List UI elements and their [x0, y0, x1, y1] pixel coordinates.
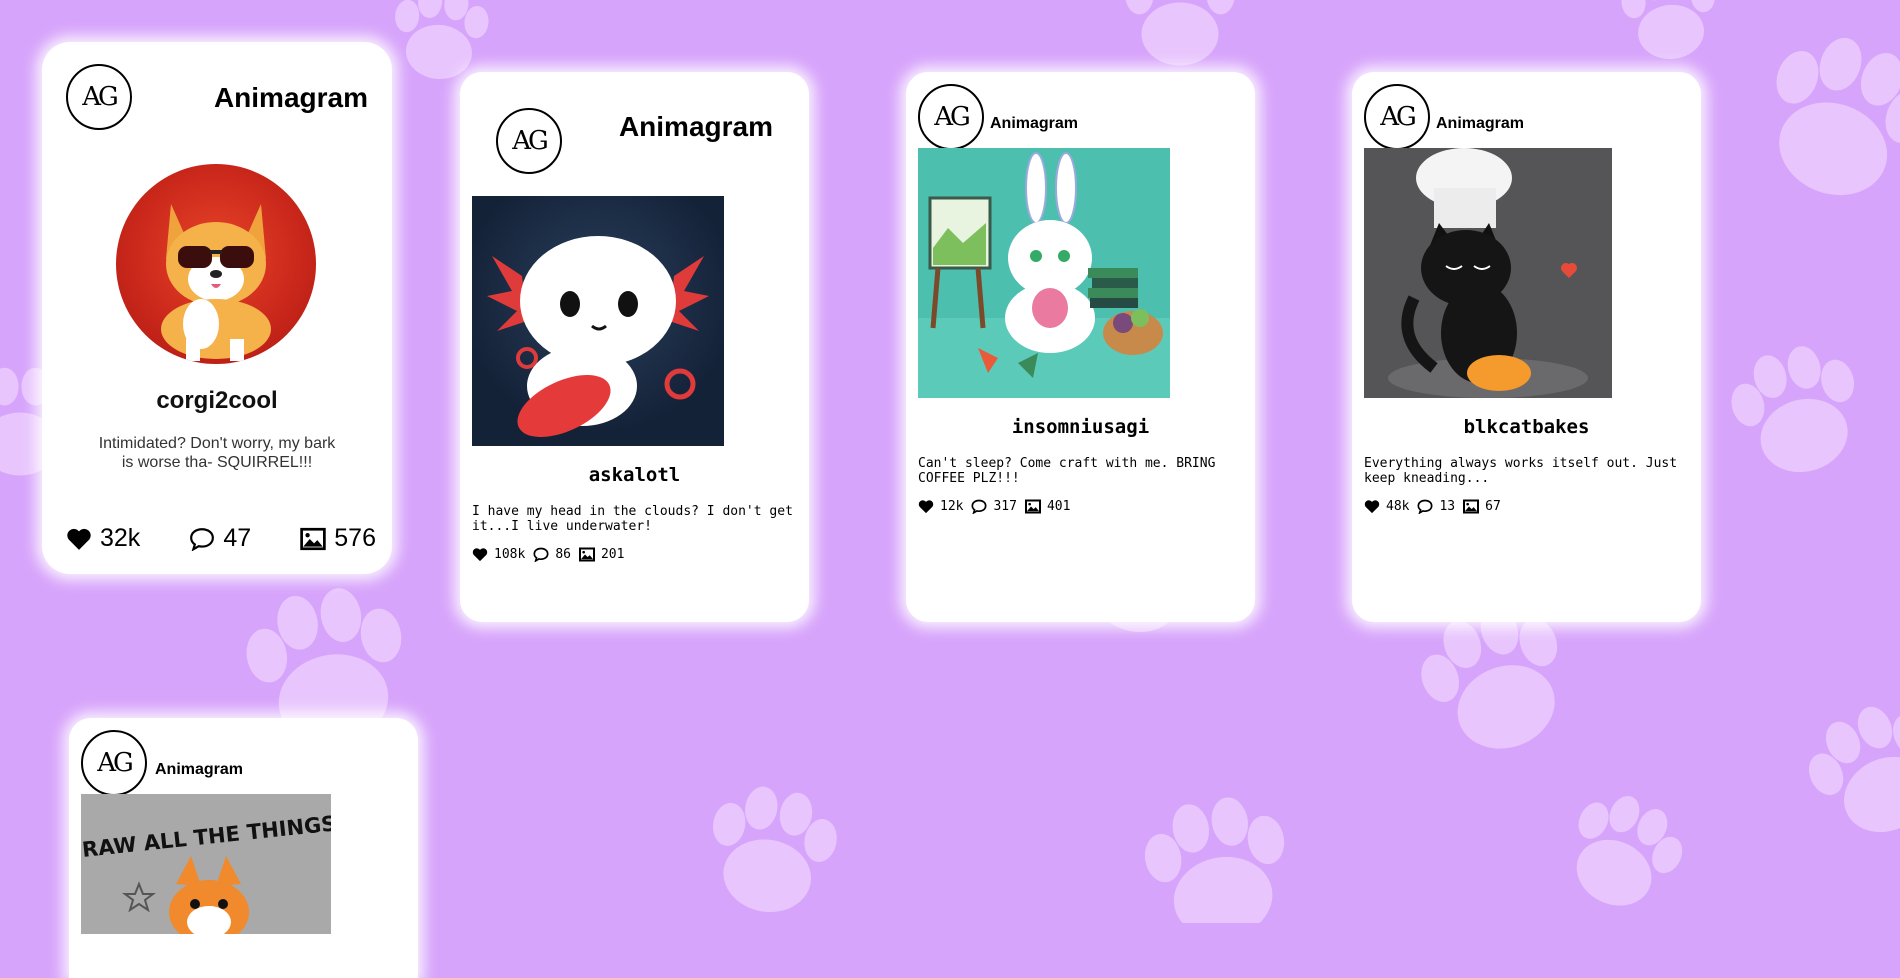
- comments-count: 47: [223, 524, 252, 552]
- stats-row: 32k 47 576: [66, 524, 376, 553]
- posts-count: 201: [600, 547, 625, 562]
- posts-count: 67: [1485, 499, 1501, 514]
- heart-icon: [67, 528, 91, 550]
- brand-name: Animagram: [990, 115, 1079, 132]
- brand-name: Animagram: [1436, 115, 1525, 132]
- username[interactable]: insomniusagi: [906, 416, 1255, 438]
- heart-icon: [472, 548, 488, 562]
- image-icon: [578, 547, 595, 562]
- post-image[interactable]: [1364, 148, 1612, 398]
- likes-stat[interactable]: 48k: [1364, 499, 1409, 514]
- corgi-illustration: [161, 204, 271, 361]
- likes-count: 48k: [1386, 499, 1410, 514]
- post-image[interactable]: DRAW ALL THE THINGS!: [81, 794, 331, 934]
- posts-stat[interactable]: 67: [1463, 499, 1501, 514]
- username[interactable]: askalotl: [460, 464, 809, 486]
- posts-stat[interactable]: 201: [578, 547, 625, 562]
- animagram-logo-icon: AG: [81, 730, 147, 796]
- likes-count: 32k: [100, 524, 141, 552]
- comments-count: 317: [993, 499, 1017, 514]
- animagram-logo-icon: AG: [1364, 84, 1430, 150]
- image-icon: [1463, 499, 1480, 514]
- profile-avatar[interactable]: [116, 164, 316, 364]
- comments-stat[interactable]: 86: [533, 547, 571, 562]
- comment-icon: [533, 547, 549, 562]
- post-image[interactable]: [472, 196, 724, 446]
- animagram-logo-icon: AG: [496, 108, 562, 174]
- profile-card-corgi2cool[interactable]: AG Animagram corgi2cool Intimidated? Don…: [42, 42, 392, 574]
- image-icon: [1024, 499, 1041, 514]
- posts-stat[interactable]: 576: [300, 524, 376, 553]
- stats-row: 48k 13 67: [1364, 499, 1509, 514]
- brand-name: Animagram: [155, 761, 244, 778]
- comments-stat[interactable]: 13: [1417, 499, 1455, 514]
- animagram-logo-icon: AG: [918, 84, 984, 150]
- username[interactable]: blkcatbakes: [1352, 416, 1701, 438]
- profile-card-insomniusagi[interactable]: AG Animagram insomniusagi Can't sleep? C…: [906, 72, 1255, 622]
- posts-count: 576: [334, 524, 376, 552]
- comments-count: 13: [1439, 499, 1456, 514]
- post-image[interactable]: [918, 148, 1170, 398]
- likes-stat[interactable]: 12k: [918, 499, 963, 514]
- stats-row: 12k 317 401: [918, 499, 1078, 514]
- brand-name: Animagram: [213, 82, 368, 113]
- bio-text: Everything always works itself out. Just…: [1364, 456, 1678, 486]
- image-caption: DRAW ALL THE THINGS!: [81, 810, 331, 863]
- posts-count: 401: [1046, 499, 1071, 514]
- image-icon: [300, 527, 327, 550]
- comment-icon: [971, 499, 987, 514]
- profile-card-partial[interactable]: AG Animagram DRAW ALL THE THINGS!: [69, 718, 418, 978]
- axolotl-illustration: [487, 236, 709, 437]
- username[interactable]: corgi2cool: [42, 387, 392, 415]
- brand-name: Animagram: [618, 111, 773, 142]
- likes-count: 108k: [494, 547, 526, 562]
- comments-stat[interactable]: 317: [971, 499, 1017, 514]
- profile-card-askalotl[interactable]: AG Animagram askalotl I have my head in …: [460, 72, 809, 622]
- animagram-logo-icon: AG: [66, 64, 132, 130]
- profile-card-blkcatbakes[interactable]: AG Animagram blkcatbakes Everything alwa…: [1352, 72, 1701, 622]
- likes-stat[interactable]: 108k: [472, 547, 525, 562]
- heart-icon: [1364, 500, 1380, 514]
- likes-count: 12k: [940, 499, 964, 514]
- bio-text: Can't sleep? Come craft with me. BRING C…: [918, 456, 1216, 486]
- posts-stat[interactable]: 401: [1024, 499, 1071, 514]
- heart-icon: [918, 500, 934, 514]
- bio-text: I have my head in the clouds? I don't ge…: [472, 504, 793, 534]
- bio-text: Intimidated? Don't worry, my bark is wor…: [98, 435, 336, 471]
- comments-stat[interactable]: 47: [189, 524, 251, 553]
- comment-icon: [190, 527, 215, 551]
- bunny-crafting-illustration: [918, 152, 1170, 398]
- likes-stat[interactable]: 32k: [66, 524, 140, 553]
- comments-count: 86: [555, 547, 571, 562]
- comment-icon: [1417, 499, 1433, 514]
- black-cat-chef-illustration: [1388, 148, 1588, 398]
- stats-row: 108k 86 201: [472, 547, 632, 562]
- fox-drawing-illustration: DRAW ALL THE THINGS!: [81, 810, 331, 934]
